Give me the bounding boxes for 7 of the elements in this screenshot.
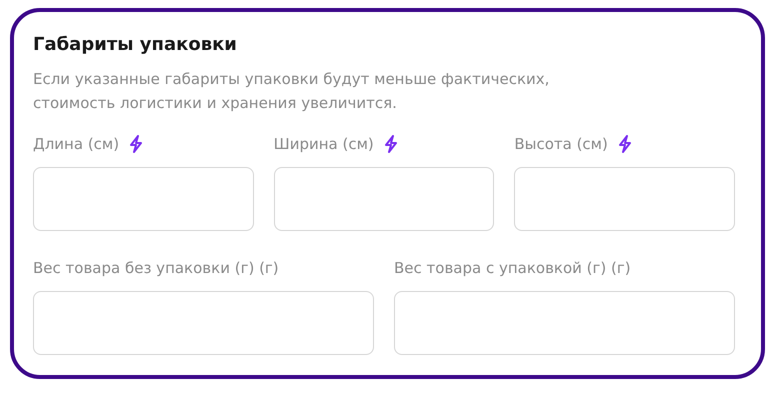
field-label: Ширина (см) <box>274 135 374 153</box>
section-title: Габариты упаковки <box>33 34 238 55</box>
field-label: Длина (см) <box>33 135 120 153</box>
field-label: Вес товара без упаковки (г) (г) <box>33 259 279 277</box>
field-label: Высота (см) <box>514 135 608 153</box>
field-label: Вес товара с упаковкой (г) (г) <box>394 259 631 277</box>
section-description: Если указанные габариты упаковки будут меньше фактических, стоимость логистики и хранения увеличится. <box>33 69 550 114</box>
